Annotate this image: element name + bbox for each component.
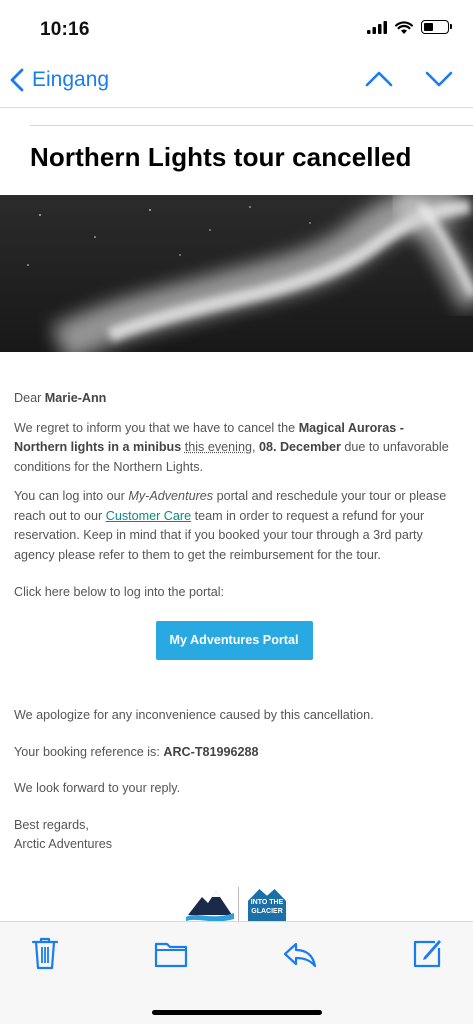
arctic-adventures-logo xyxy=(186,891,234,921)
into-the-glacier-logo: INTO THE GLACIER xyxy=(248,889,286,921)
email-subject: Northern Lights tour cancelled xyxy=(30,142,412,172)
greeting: Dear Marie-Ann xyxy=(14,391,107,405)
portal-instruction: Click here below to log into the portal: xyxy=(14,585,225,599)
cancellation-paragraph: We regret to inform you that we have to … xyxy=(14,420,449,474)
wifi-icon xyxy=(395,20,413,34)
battery-icon xyxy=(421,20,452,34)
tour-date[interactable]: 08. December xyxy=(259,440,341,454)
aurora-hero-image xyxy=(0,195,473,352)
folder-icon[interactable] xyxy=(154,936,188,970)
date-detector-when[interactable]: this evening xyxy=(185,440,252,454)
apology-paragraph: We apologize for any inconvenience cause… xyxy=(14,708,374,722)
chevron-down-icon[interactable] xyxy=(425,70,453,88)
bottom-toolbar xyxy=(0,921,473,1024)
portal-name: My-Adventures xyxy=(128,489,214,503)
status-time: 10:16 xyxy=(40,19,90,40)
message-navigation xyxy=(365,70,453,88)
reschedule-paragraph: You can log into our My-Adventures porta… xyxy=(14,489,447,562)
booking-reference: Your booking reference is: ARC-T81996288 xyxy=(14,744,259,759)
email-body: Dear Marie-Ann We regret to inform you t… xyxy=(14,389,454,865)
customer-care-link[interactable]: Customer Care xyxy=(106,509,191,523)
status-icons xyxy=(367,20,452,34)
logo-separator xyxy=(238,887,239,921)
compose-icon[interactable] xyxy=(411,936,443,970)
my-adventures-portal-button[interactable]: My Adventures Portal xyxy=(155,620,313,660)
signature: Arctic Adventures xyxy=(14,837,112,851)
footer-logos: INTO THE GLACIER xyxy=(186,887,290,921)
reply-icon[interactable] xyxy=(282,936,318,970)
status-bar: 10:16 xyxy=(0,0,473,54)
back-button[interactable]: Eingang xyxy=(10,68,109,92)
recipient-name: Marie-Ann xyxy=(44,391,107,405)
back-label: Eingang xyxy=(32,68,110,91)
chevron-left-icon xyxy=(10,68,24,92)
booking-reference-code: ARC-T81996288 xyxy=(163,744,259,759)
mail-nav-bar: Eingang xyxy=(0,56,473,108)
email-content: Northern Lights tour cancelled Dear Mari… xyxy=(0,109,473,921)
cta-wrap: My Adventures Portal xyxy=(14,620,454,660)
closing: Best regards, xyxy=(14,817,89,832)
look-forward-paragraph: We look forward to your reply. xyxy=(14,781,181,795)
trash-icon[interactable] xyxy=(31,936,59,970)
chevron-up-icon[interactable] xyxy=(365,70,393,88)
home-indicator xyxy=(152,1010,322,1015)
cellular-signal-icon xyxy=(367,20,387,34)
header-divider xyxy=(30,125,473,126)
